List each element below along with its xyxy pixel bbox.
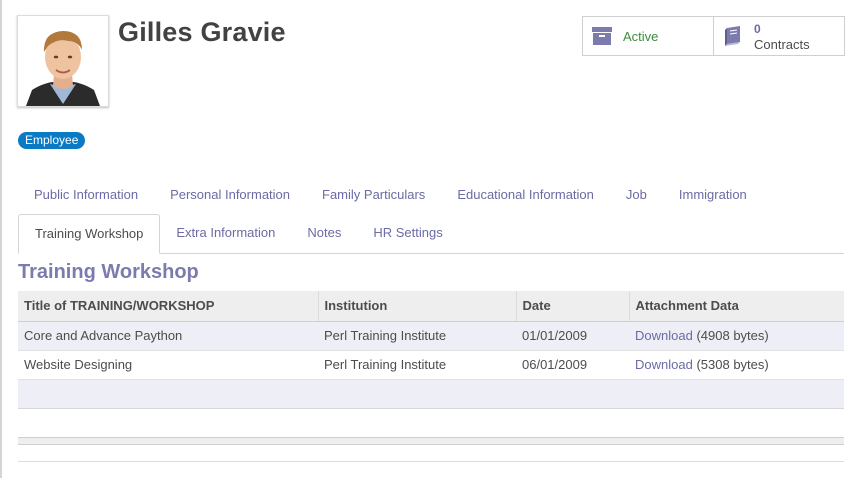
tab-job[interactable]: Job [610, 178, 663, 212]
tab-notes[interactable]: Notes [291, 214, 357, 254]
file-size: (5308 bytes) [696, 357, 769, 372]
tabs-row-2: Training Workshop Extra Information Note… [18, 214, 459, 254]
column-header-date[interactable]: Date [515, 291, 629, 322]
table-footer [18, 437, 844, 445]
active-toggle-button[interactable]: Active [583, 17, 714, 55]
tab-personal-information[interactable]: Personal Information [154, 178, 306, 212]
column-header-institution[interactable]: Institution [317, 291, 516, 322]
tab-immigration[interactable]: Immigration [663, 178, 763, 212]
cell-date: 01/01/2009 [516, 321, 629, 351]
download-link[interactable]: Download [635, 357, 693, 372]
employee-avatar[interactable] [17, 15, 109, 107]
contracts-count: 0 [754, 22, 761, 36]
file-size: (4908 bytes) [696, 328, 769, 343]
cell-attachment: Download (4908 bytes) [629, 321, 844, 351]
cell-institution: Perl Training Institute [318, 321, 516, 351]
column-header-title[interactable]: Title of TRAINING/WORKSHOP [18, 291, 318, 322]
download-link[interactable]: Download [635, 328, 693, 343]
cell-date: 06/01/2009 [516, 350, 629, 380]
footer-divider [18, 461, 844, 462]
tab-training-workshop[interactable]: Training Workshop [18, 214, 161, 254]
contracts-label: Contracts [754, 37, 810, 52]
cell-attachment: Download (5308 bytes) [629, 350, 844, 380]
employee-tag-badge[interactable]: Employee [18, 132, 86, 149]
tab-extra-information[interactable]: Extra Information [160, 214, 291, 254]
section-title: Training Workshop [18, 261, 199, 283]
tab-public-information[interactable]: Public Information [18, 178, 154, 212]
left-border [0, 0, 2, 478]
empty-row [18, 379, 844, 409]
smart-buttons: Active 0 Contracts [582, 16, 845, 56]
active-label: Active [623, 29, 659, 44]
tab-family-particulars[interactable]: Family Particulars [306, 178, 441, 212]
book-icon [722, 25, 744, 50]
training-table: Title of TRAINING/WORKSHOP Institution D… [18, 291, 844, 409]
table-row[interactable]: Core and Advance Paython Perl Training I… [18, 321, 844, 351]
cell-title: Core and Advance Paython [18, 321, 318, 351]
employee-name: Gilles Gravie [118, 17, 286, 47]
tab-hr-settings[interactable]: HR Settings [357, 214, 458, 254]
tab-educational-information[interactable]: Educational Information [441, 178, 610, 212]
table-header-row: Title of TRAINING/WORKSHOP Institution D… [18, 291, 844, 322]
cell-institution: Perl Training Institute [318, 350, 516, 380]
avatar-photo [18, 16, 108, 106]
column-header-attachment[interactable]: Attachment Data [628, 291, 844, 322]
contracts-button[interactable]: 0 Contracts [714, 17, 844, 55]
archive-box-icon [591, 25, 613, 50]
tabs-row-1: Public Information Personal Information … [18, 178, 763, 212]
cell-title: Website Designing [18, 350, 318, 380]
table-row[interactable]: Website Designing Perl Training Institut… [18, 350, 844, 380]
